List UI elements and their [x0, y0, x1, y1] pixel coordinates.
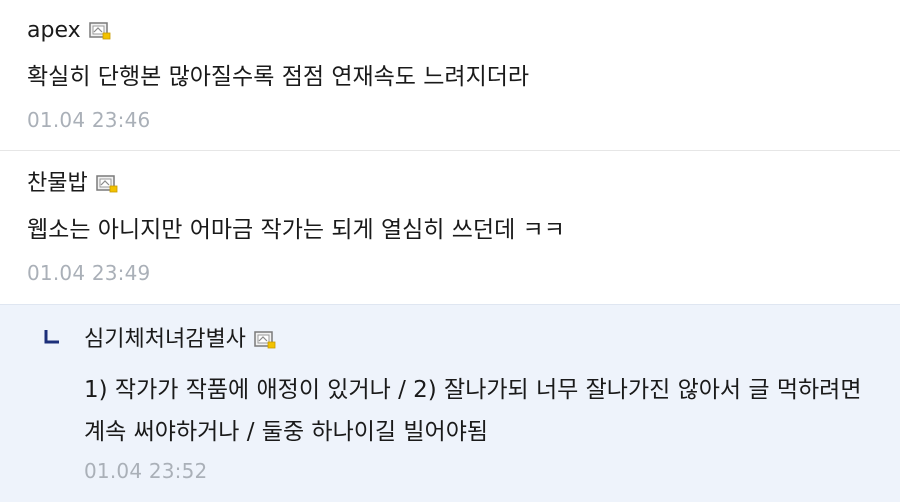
- member-level-icon: [95, 175, 118, 193]
- comment-body: 웹소는 아니지만 어마금 작가는 되게 열심히 쓰던데 ㅋㅋ: [27, 217, 565, 243]
- comment-body: 확실히 단행본 많아질수록 점점 연재속도 느려지더라: [27, 64, 530, 90]
- member-level-icon: [254, 331, 276, 349]
- reply-arrow-icon: [44, 329, 60, 345]
- comment-author[interactable]: apex: [27, 14, 81, 48]
- comment-author[interactable]: 찬물밥: [27, 167, 88, 201]
- comment-author-row: apex: [27, 14, 111, 48]
- comment-list: apex 확실히 단행본 많아질수록 점점 연재속도 느려지더라 01.04 2…: [0, 0, 900, 502]
- comment-item: 찬물밥 웹소는 아니지만 어마금 작가는 되게 열심히 쓰던데 ㅋㅋ 01.04…: [0, 150, 900, 304]
- comment-timestamp: 01.04 23:49: [27, 261, 151, 285]
- reply-author-row: 심기체처녀감별사: [84, 323, 276, 357]
- comment-author-row: 찬물밥: [27, 167, 118, 201]
- reply-timestamp: 01.04 23:52: [84, 459, 208, 483]
- comment-item: apex 확실히 단행본 많아질수록 점점 연재속도 느려지더라 01.04 2…: [0, 0, 900, 150]
- reply-author[interactable]: 심기체처녀감별사: [84, 323, 246, 357]
- reply-body: 1) 작가가 작품에 애정이 있거나 / 2) 잘나가되 너무 잘나가진 않아서…: [84, 377, 862, 445]
- comment-timestamp: 01.04 23:46: [27, 108, 151, 132]
- reply-item: 심기체처녀감별사 1) 작가가 작품에 애정이 있거나 / 2) 잘나가되 너무…: [0, 304, 900, 502]
- member-level-icon: [88, 22, 111, 40]
